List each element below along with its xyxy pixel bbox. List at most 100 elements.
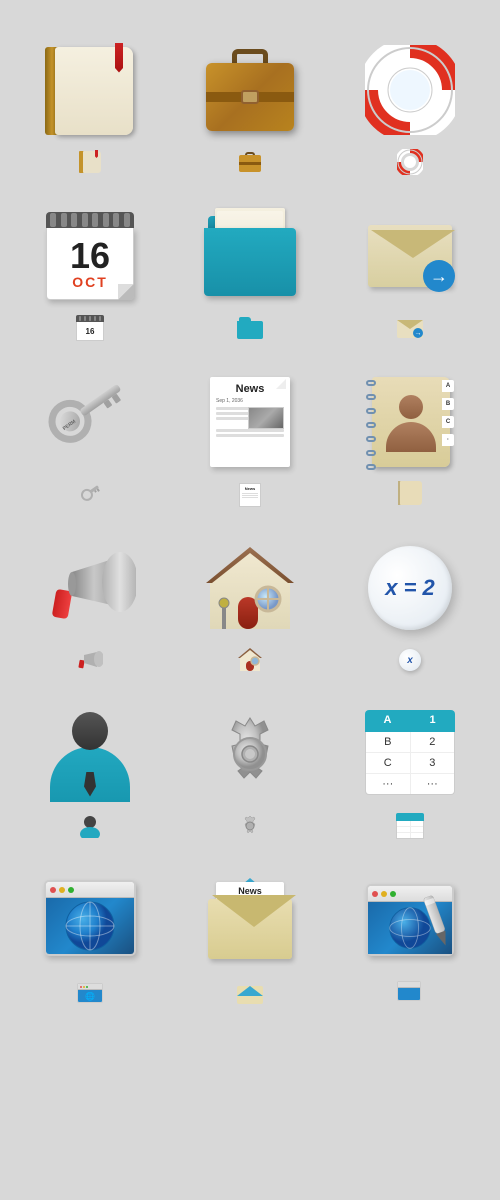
cal-ring xyxy=(103,213,109,227)
table-icon-large: A 1 B 2 C 3 ··· ··· xyxy=(360,704,460,804)
user-cell xyxy=(10,684,170,850)
user-tie xyxy=(84,772,96,797)
cal-ring xyxy=(71,213,77,227)
ne-envelope xyxy=(208,899,292,959)
house-icon-large xyxy=(200,538,300,638)
browser-btn-max xyxy=(68,887,74,893)
user-silhouette xyxy=(50,712,130,802)
notebook-cell xyxy=(10,20,170,186)
gear-icon-large xyxy=(200,704,300,804)
table-cell-3: 3 xyxy=(411,753,455,773)
math-small: x xyxy=(398,648,422,672)
ns-body: News xyxy=(239,483,261,507)
gear-icon xyxy=(206,710,294,798)
suitcase-icon-large xyxy=(200,40,300,140)
contacts-ring xyxy=(366,422,376,428)
bs-btn xyxy=(80,986,82,988)
contacts-small xyxy=(398,481,422,507)
folder-small xyxy=(237,317,263,339)
math-circle: x = 2 xyxy=(368,546,452,630)
folder-icon-small xyxy=(236,314,264,342)
lifebuoy-cell xyxy=(330,20,490,186)
cs2-body xyxy=(400,481,422,505)
math-icon: x = 2 xyxy=(366,544,454,632)
browser-content xyxy=(46,898,134,954)
news-small: News xyxy=(239,481,261,507)
ns-line xyxy=(242,495,258,496)
email-icon-small: → xyxy=(396,314,424,342)
key-wrapper: PERM xyxy=(46,378,134,466)
folder-icon-large xyxy=(200,206,300,306)
megaphone-cell xyxy=(10,518,170,684)
user-body-suit xyxy=(50,747,130,802)
browser-icon xyxy=(44,880,136,960)
house-small xyxy=(238,647,262,673)
contacts-ring xyxy=(366,380,376,386)
contacts-tab-d: · xyxy=(442,434,454,446)
ts-cell xyxy=(397,827,411,832)
megaphone-small-svg xyxy=(77,650,103,670)
table-icon-small xyxy=(396,812,424,840)
we-btn-close xyxy=(372,891,378,897)
table-header: A 1 xyxy=(365,710,455,732)
news-envelope-cell: News Sep 1, 2036 xyxy=(170,850,330,1016)
key-small-svg xyxy=(80,484,100,504)
bs-content: 🌐 xyxy=(78,990,102,1002)
suitcase-handle xyxy=(232,49,268,63)
house-wrapper xyxy=(205,541,295,636)
suitcase-icon xyxy=(206,49,294,131)
user-small-svg xyxy=(80,814,100,838)
news-image xyxy=(248,407,284,429)
gear-small-svg xyxy=(238,814,262,838)
megaphone-small xyxy=(77,650,103,670)
news-envelope-icon-large: News Sep 1, 2036 xyxy=(200,870,300,970)
math-icon-large: x = 2 xyxy=(360,538,460,638)
calendar-curl xyxy=(118,284,134,300)
math-cell: x = 2 x xyxy=(330,518,490,684)
email-icon xyxy=(365,220,455,292)
key-cell: PERM xyxy=(10,352,170,518)
suitcase-clasp xyxy=(241,90,259,104)
key-icon-large: PERM xyxy=(40,372,140,472)
calendar-month: OCT xyxy=(72,274,108,290)
calendar-cell: 16 OCT 16 xyxy=(10,186,170,352)
calendar-small: 16 xyxy=(76,315,104,341)
lifebuoy-icon-large xyxy=(360,40,460,140)
lifebuoy-icon-small xyxy=(396,148,424,176)
contacts-ring xyxy=(366,450,376,456)
cs-top xyxy=(76,315,104,322)
contacts-ring xyxy=(366,436,376,442)
key-icon-small xyxy=(76,480,104,508)
ts-row xyxy=(397,833,423,838)
math-icon-small: x xyxy=(396,646,424,674)
browser-small: 🌐 xyxy=(77,981,103,1003)
fs-body xyxy=(237,321,263,339)
news-corner xyxy=(276,379,286,389)
contacts-tab-a: A xyxy=(442,380,454,392)
suitcase-small xyxy=(239,152,261,172)
math-formula: x = 2 xyxy=(385,575,435,601)
email-icon-large xyxy=(360,206,460,306)
suitcase-icon-small xyxy=(236,148,264,176)
ts-cell xyxy=(411,833,424,838)
cal-ring xyxy=(61,213,67,227)
we-frame xyxy=(366,884,454,956)
bs-btn xyxy=(83,986,85,988)
user-head xyxy=(72,712,108,750)
globe-svg xyxy=(64,900,116,952)
browser-btn-min xyxy=(59,887,65,893)
calendar-icon: 16 OCT xyxy=(46,212,134,300)
key-small xyxy=(80,484,100,504)
web-editor-icon-small xyxy=(396,978,424,1006)
contacts-icon-small xyxy=(396,480,424,508)
news-paper: News Sep 1, 2036 xyxy=(210,377,290,467)
contacts-ring xyxy=(366,394,376,400)
megaphone-wrapper xyxy=(44,548,136,628)
bs-frame: 🌐 xyxy=(77,983,103,1003)
suitcase-cell xyxy=(170,20,330,186)
ns-lines xyxy=(242,493,258,498)
math-small-text: x xyxy=(407,655,413,666)
table-cell-b: B xyxy=(366,732,411,752)
contacts-tab-b: B xyxy=(442,398,454,410)
table-cell-dots1: ··· xyxy=(366,774,411,794)
